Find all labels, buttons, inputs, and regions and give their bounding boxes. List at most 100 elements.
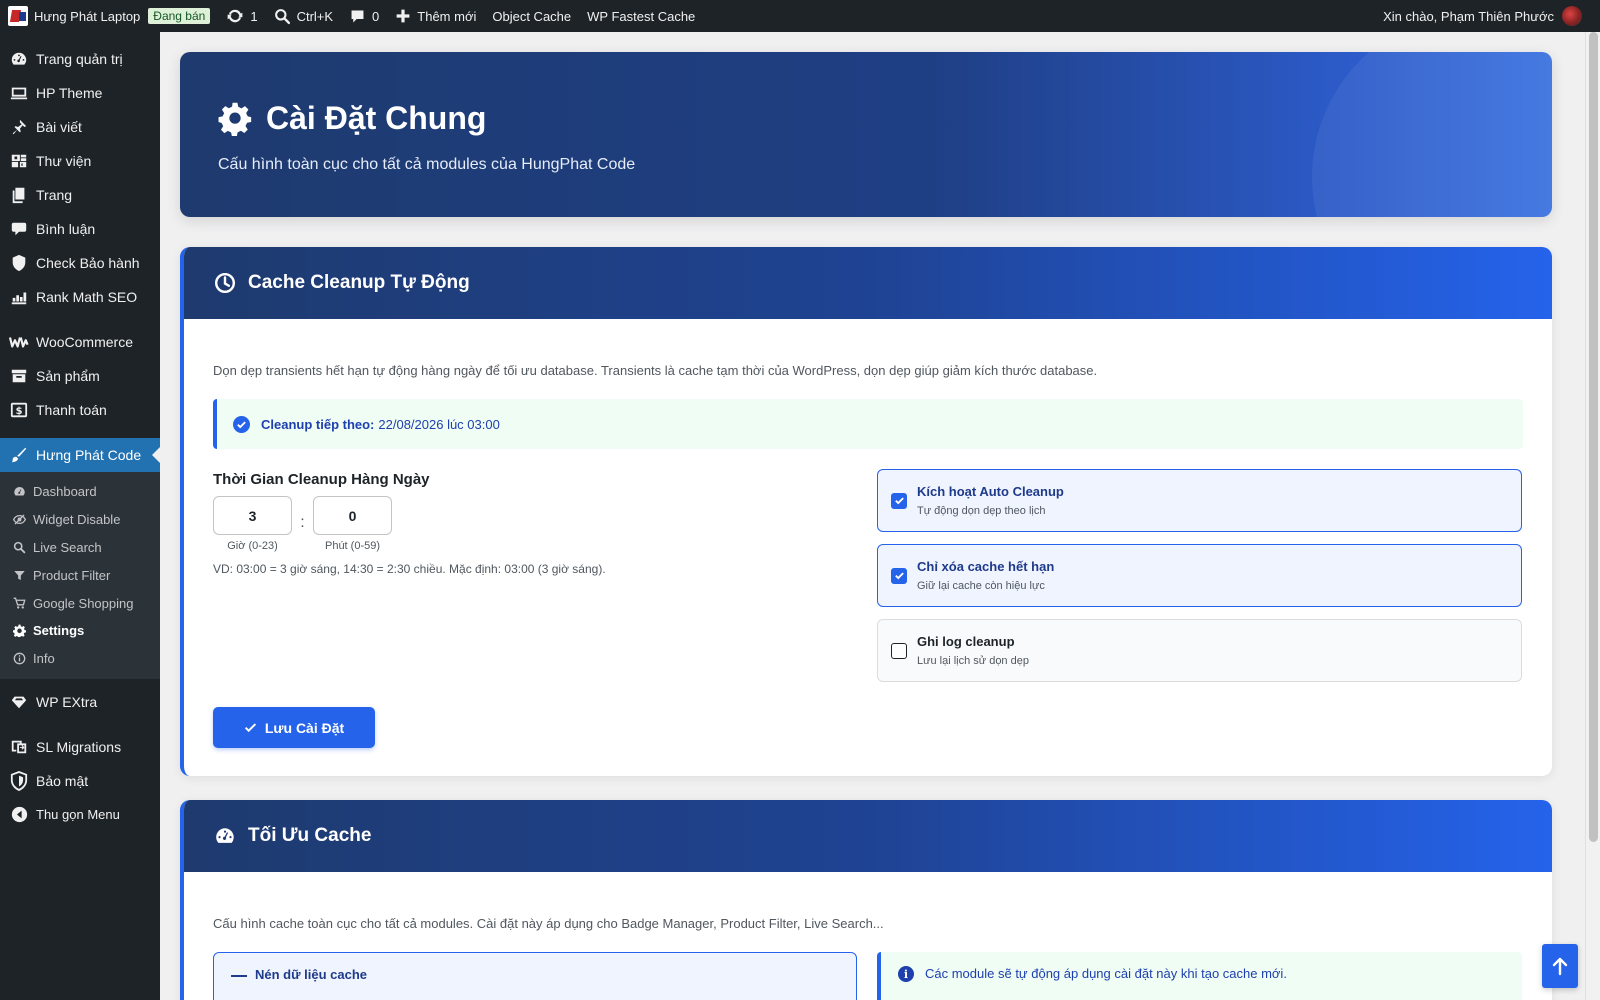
page-subtitle: Cấu hình toàn cục cho tất cả modules của…: [218, 156, 636, 173]
submenu-item-widget-disable[interactable]: Widget Disable: [0, 506, 160, 534]
option-description: Lưu lại lịch sử dọn dẹp: [917, 655, 1029, 667]
next-cleanup-label: Cleanup tiếp theo:: [261, 416, 375, 432]
compress-checkbox[interactable]: [231, 975, 247, 977]
option-title: Ghi log cleanup: [917, 634, 1015, 649]
sidebar-item-dashboard[interactable]: Trang quản trị: [0, 42, 160, 76]
cache-optimize-title: Tối Ưu Cache: [248, 825, 372, 846]
submenu-item-dashboard[interactable]: Dashboard: [0, 478, 160, 506]
sidebar-item-label: Sản phẩm: [36, 368, 100, 384]
greeting: Xin chào, Phạm Thiên Phước: [1383, 8, 1554, 24]
option-auto-cleanup[interactable]: Kích hoạt Auto Cleanup Tự động dọn dẹp t…: [877, 469, 1522, 532]
page-scrollbar[interactable]: [1585, 32, 1600, 1000]
filter-icon: [12, 568, 26, 582]
option-expired-only[interactable]: Chỉ xóa cache hết hạn Giữ lại cache còn …: [877, 544, 1522, 607]
sidebar-item-label: Thư viện: [36, 153, 92, 169]
cache-cleanup-title: Cache Cleanup Tự Động: [248, 272, 470, 293]
sidebar-item-sl-migrations[interactable]: SL Migrations: [0, 730, 160, 764]
sidebar-item-warranty[interactable]: Check Bảo hành: [0, 246, 160, 280]
sidebar-item-label: Check Bảo hành: [36, 255, 140, 271]
comments-count: 0: [372, 8, 380, 24]
migrate-icon: [9, 737, 29, 757]
submenu-item-live-search[interactable]: Live Search: [0, 534, 160, 562]
sidebar-item-label: Bảo mật: [36, 772, 89, 789]
submenu-item-product-filter[interactable]: Product Filter: [0, 561, 160, 589]
next-cleanup-value: 22/08/2026 lúc 03:00: [378, 416, 500, 432]
cache-cleanup-description: Dọn dẹp transients hết hạn tự động hàng …: [213, 363, 1098, 378]
option-description: Giữ lại cache còn hiệu lực: [917, 580, 1045, 592]
cache-cleanup-card: Cache Cleanup Tự Động Dọn dẹp transients…: [180, 247, 1552, 776]
submenu-hung-phat-code: Dashboard Widget Disable Live Search Pro…: [0, 472, 160, 679]
hour-label: Giờ (0-23): [227, 540, 278, 552]
cache-optimize-description: Cấu hình cache toàn cục cho tất cả modul…: [213, 916, 884, 931]
option-compress-cache[interactable]: Nén dữ liệu cache: [213, 952, 857, 1000]
sidebar-item-rank-math[interactable]: Rank Math SEO: [0, 280, 160, 314]
sidebar-item-wp-extra[interactable]: WP EXtra: [0, 685, 160, 719]
object-cache-link[interactable]: Object Cache: [484, 0, 579, 32]
admin-bar: Hưng Phát Laptop Đang bán 1 Ctrl+K 0 Thê…: [0, 0, 1600, 32]
option-log-cleanup[interactable]: Ghi log cleanup Lưu lại lịch sử dọn dẹp: [877, 619, 1522, 682]
updates-link[interactable]: 1: [218, 0, 265, 32]
collapse-menu-button[interactable]: Thu gọn Menu: [0, 798, 160, 832]
sidebar-item-label: WooCommerce: [36, 334, 133, 350]
expired-only-checkbox[interactable]: [891, 567, 907, 584]
sidebar-item-label: WP EXtra: [36, 693, 98, 710]
sidebar-item-products[interactable]: Sản phẩm: [0, 359, 160, 393]
cleanup-time-title: Thời Gian Cleanup Hàng Ngày: [213, 471, 430, 488]
sidebar-item-label: HP Theme: [36, 85, 103, 101]
sidebar-item-comments[interactable]: Bình luận: [0, 212, 160, 246]
sidebar-item-hp-theme[interactable]: HP Theme: [0, 76, 160, 110]
minute-input[interactable]: [313, 496, 392, 535]
command-search[interactable]: Ctrl+K: [266, 0, 341, 32]
submenu-item-google-shopping[interactable]: Google Shopping: [0, 589, 160, 617]
submenu-item-label: Widget Disable: [33, 512, 121, 528]
gear-icon: [218, 102, 252, 136]
refresh-icon: [227, 9, 243, 23]
submenu-item-info[interactable]: Info: [0, 645, 160, 673]
back-to-top-button[interactable]: [1542, 944, 1578, 988]
sidebar-item-pages[interactable]: Trang: [0, 178, 160, 212]
money-icon: $: [9, 400, 29, 420]
sidebar-item-label: Hưng Phát Code: [36, 447, 142, 463]
sidebar-item-payments[interactable]: $ Thanh toán: [0, 393, 160, 427]
submenu-item-label: Info: [33, 651, 55, 667]
sidebar-item-media[interactable]: Thư viện: [0, 144, 160, 178]
cleanup-time-inputs: Giờ (0-23) : Phút (0-59): [213, 496, 876, 552]
object-cache-label: Object Cache: [492, 8, 572, 24]
fastest-cache-label: WP Fastest Cache: [587, 8, 696, 24]
add-new-label: Thêm mới: [417, 8, 477, 24]
option-description: Tự động dọn dẹp theo lịch: [917, 505, 1046, 517]
sidebar-item-woocommerce[interactable]: WooCommerce: [0, 325, 160, 359]
site-name-link[interactable]: Hưng Phát Laptop Đang bán: [0, 0, 218, 32]
info-icon: i: [898, 966, 914, 982]
clock-icon: [214, 272, 236, 294]
comment-icon: [351, 10, 364, 22]
search-shortcut: Ctrl+K: [296, 8, 334, 24]
sidebar-item-label: SL Migrations: [36, 738, 122, 755]
shield-icon: [9, 253, 29, 273]
comments-link[interactable]: 0: [341, 0, 387, 32]
log-cleanup-checkbox[interactable]: [891, 642, 907, 659]
avatar: [1562, 6, 1582, 26]
sidebar-item-hung-phat-code[interactable]: Hưng Phát Code: [0, 438, 160, 472]
check-circle-icon: [233, 415, 250, 433]
hour-input[interactable]: [213, 496, 292, 535]
eye-slash-icon: [12, 513, 26, 527]
scrollbar-thumb[interactable]: [1589, 32, 1598, 842]
sidebar-item-posts[interactable]: Bài viết: [0, 110, 160, 144]
sidebar-item-security[interactable]: Bảo mật: [0, 764, 160, 798]
submenu-item-settings[interactable]: Settings: [0, 617, 160, 645]
add-new-link[interactable]: Thêm mới: [387, 0, 484, 32]
account-menu[interactable]: Xin chào, Phạm Thiên Phước: [1383, 6, 1600, 26]
compress-label: Nén dữ liệu cache: [255, 967, 368, 982]
submenu-item-label: Google Shopping: [33, 595, 134, 611]
auto-cleanup-checkbox[interactable]: [891, 492, 907, 509]
dashboard-icon: [9, 49, 29, 69]
fastest-cache-link[interactable]: WP Fastest Cache: [579, 0, 703, 32]
cart-icon: [12, 596, 26, 610]
submenu-item-label: Live Search: [33, 539, 102, 555]
option-title: Kích hoạt Auto Cleanup: [917, 484, 1064, 499]
submenu-item-label: Settings: [33, 623, 85, 639]
info-icon: [12, 652, 26, 666]
cache-optimize-card: Tối Ưu Cache Cấu hình cache toàn cục cho…: [180, 800, 1552, 1000]
save-settings-button[interactable]: Lưu Cài Đặt: [213, 707, 375, 748]
